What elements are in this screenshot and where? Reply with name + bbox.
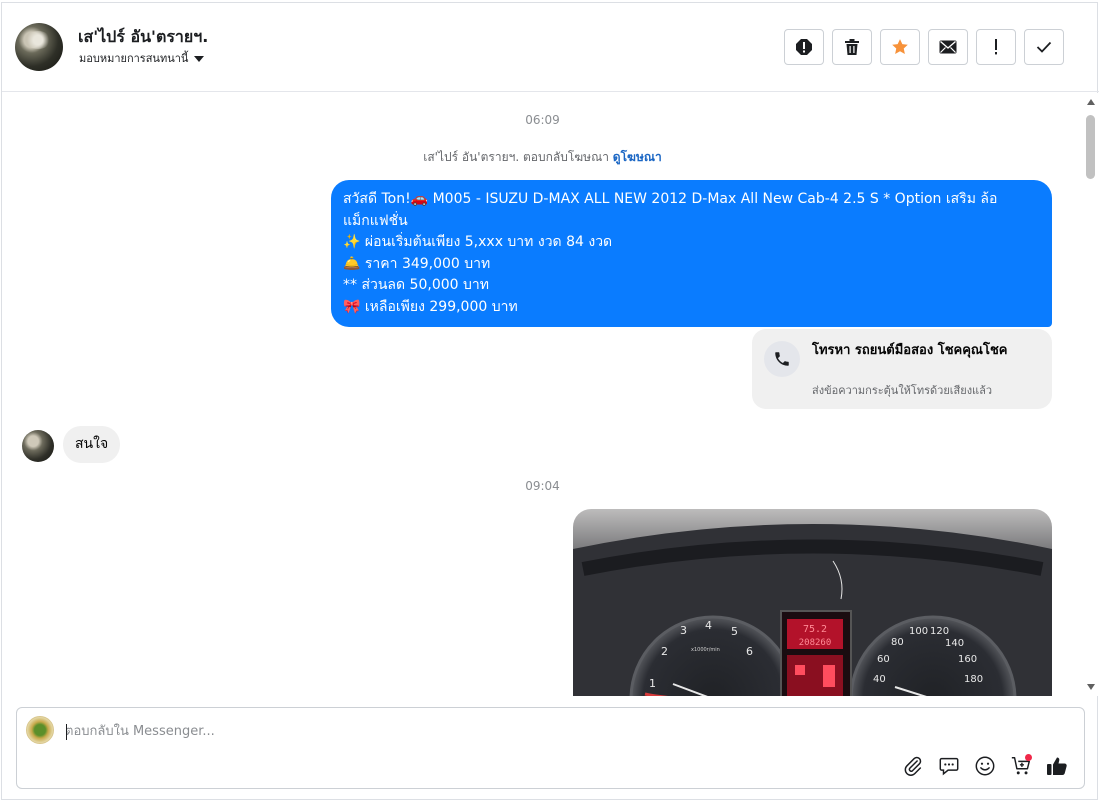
saved-replies-button[interactable] bbox=[937, 754, 961, 778]
tach-tick: 2 bbox=[661, 645, 668, 658]
emoji-icon bbox=[975, 756, 995, 776]
message-line: 🛎️ ราคา 349,000 บาท bbox=[343, 255, 491, 272]
message-scrollbar[interactable] bbox=[1083, 93, 1099, 696]
caret-down-icon bbox=[194, 55, 205, 62]
scroll-down-arrow-icon[interactable] bbox=[1087, 684, 1095, 690]
scroll-up-arrow-icon[interactable] bbox=[1087, 99, 1095, 105]
conversation-header: เส'ไปร์ อัน'ตรายฯ. มอบหมายการสนทนานี้ bbox=[2, 3, 1099, 92]
incoming-message[interactable]: สนใจ bbox=[63, 426, 121, 463]
exclamation-icon bbox=[995, 39, 997, 55]
sender-avatar bbox=[22, 430, 54, 462]
composer-tools bbox=[901, 754, 1069, 778]
call-card-subtitle: ส่งข้อความกระตุ้นให้โทรด้วยเสียงแล้ว bbox=[812, 384, 993, 397]
reply-composer bbox=[16, 707, 1085, 789]
page-avatar bbox=[26, 716, 54, 744]
speed-tick: 40 bbox=[873, 674, 886, 685]
follow-up-button[interactable] bbox=[976, 29, 1016, 65]
timestamp: 09:04 bbox=[525, 479, 560, 493]
trash-icon bbox=[845, 39, 859, 55]
tach-tick: 5 bbox=[731, 625, 738, 638]
tach-tick: 3 bbox=[680, 624, 687, 637]
inbox-conversation-panel: เส'ไปร์ อัน'ตรายฯ. มอบหมายการสนทนานี้ 06… bbox=[1, 2, 1099, 800]
ad-reply-note: เส'ไปร์ อัน'ตรายฯ. ตอบกลับโฆษณา ดูโฆษณา bbox=[2, 148, 1083, 167]
star-icon bbox=[892, 39, 908, 54]
paperclip-icon bbox=[904, 756, 922, 776]
ad-reply-text: เส'ไปร์ อัน'ตรายฯ. ตอบกลับโฆษณา bbox=[423, 150, 609, 164]
delete-button[interactable] bbox=[832, 29, 872, 65]
view-ad-link[interactable]: ดูโฆษณา bbox=[613, 150, 662, 164]
tach-tick: 1 bbox=[649, 677, 656, 690]
speed-tick: 140 bbox=[945, 638, 964, 649]
dashboard-photo: 75.2 208260 1 2 3 4 5 6 x1000r/min 20 40… bbox=[573, 509, 1052, 696]
emoji-button[interactable] bbox=[973, 754, 997, 778]
tach-unit: x1000r/min bbox=[691, 647, 720, 653]
check-icon bbox=[1036, 41, 1052, 53]
star-button[interactable] bbox=[880, 29, 920, 65]
speed-tick: 80 bbox=[891, 637, 904, 648]
message-line: แม็กแฟชั่น bbox=[343, 212, 408, 229]
tach-tick: 6 bbox=[746, 645, 753, 658]
odometer-trip: 75.2 bbox=[803, 624, 827, 635]
text-caret bbox=[66, 724, 67, 740]
message-line: 🎀 เหลือเพียง 299,000 บาท bbox=[343, 298, 518, 315]
call-card-title: โทรหา รถยนต์มือสอง โชคคุณโชค bbox=[812, 343, 1008, 358]
speed-tick: 100 bbox=[909, 626, 928, 637]
call-button-card[interactable]: โทรหา รถยนต์มือสอง โชคคุณโชค ส่งข้อความก… bbox=[752, 329, 1052, 409]
assign-label: มอบหมายการสนทนานี้ bbox=[79, 52, 189, 65]
speed-tick: 160 bbox=[958, 654, 977, 665]
reply-input[interactable] bbox=[65, 720, 965, 742]
phone-icon bbox=[764, 341, 800, 377]
send-like-button[interactable] bbox=[1045, 754, 1069, 778]
tach-tick: 4 bbox=[705, 619, 712, 632]
header-actions bbox=[784, 29, 1064, 65]
contact-avatar[interactable] bbox=[15, 23, 63, 71]
contact-name[interactable]: เส'ไปร์ อัน'ตรายฯ. bbox=[78, 25, 208, 50]
envelope-icon bbox=[939, 40, 957, 54]
message-list[interactable]: 06:09 เส'ไปร์ อัน'ตรายฯ. ตอบกลับโฆษณา ดู… bbox=[2, 93, 1083, 696]
scroll-thumb[interactable] bbox=[1086, 115, 1095, 179]
outgoing-message[interactable]: สวัสดี Ton!🚗 M005 - ISUZU D-MAX ALL NEW … bbox=[331, 180, 1052, 327]
message-line: ** ส่วนลด 50,000 บาท bbox=[343, 277, 489, 293]
message-line: สวัสดี Ton!🚗 M005 - ISUZU D-MAX ALL NEW … bbox=[343, 191, 998, 207]
mark-done-button[interactable] bbox=[1024, 29, 1064, 65]
speech-bubble-icon bbox=[939, 757, 959, 776]
speed-tick: 120 bbox=[930, 626, 949, 637]
assign-conversation-dropdown[interactable]: มอบหมายการสนทนานี้ bbox=[79, 49, 205, 67]
speed-tick: 60 bbox=[877, 654, 890, 665]
mark-spam-button[interactable] bbox=[784, 29, 824, 65]
spam-icon bbox=[796, 39, 812, 55]
mark-unread-button[interactable] bbox=[928, 29, 968, 65]
attach-file-button[interactable] bbox=[901, 754, 925, 778]
notification-dot bbox=[1025, 754, 1032, 761]
speed-tick: 180 bbox=[964, 674, 983, 685]
message-line: ✨ ผ่อนเริ่มต้นเพียง 5,xxx บาท งวด 84 งวด bbox=[343, 234, 613, 250]
thumbs-up-icon bbox=[1047, 757, 1067, 775]
shop-button[interactable] bbox=[1009, 754, 1033, 778]
odometer-total: 208260 bbox=[799, 638, 832, 648]
photo-attachment[interactable]: 75.2 208260 1 2 3 4 5 6 x1000r/min 20 40… bbox=[573, 509, 1052, 696]
timestamp: 06:09 bbox=[525, 113, 560, 127]
